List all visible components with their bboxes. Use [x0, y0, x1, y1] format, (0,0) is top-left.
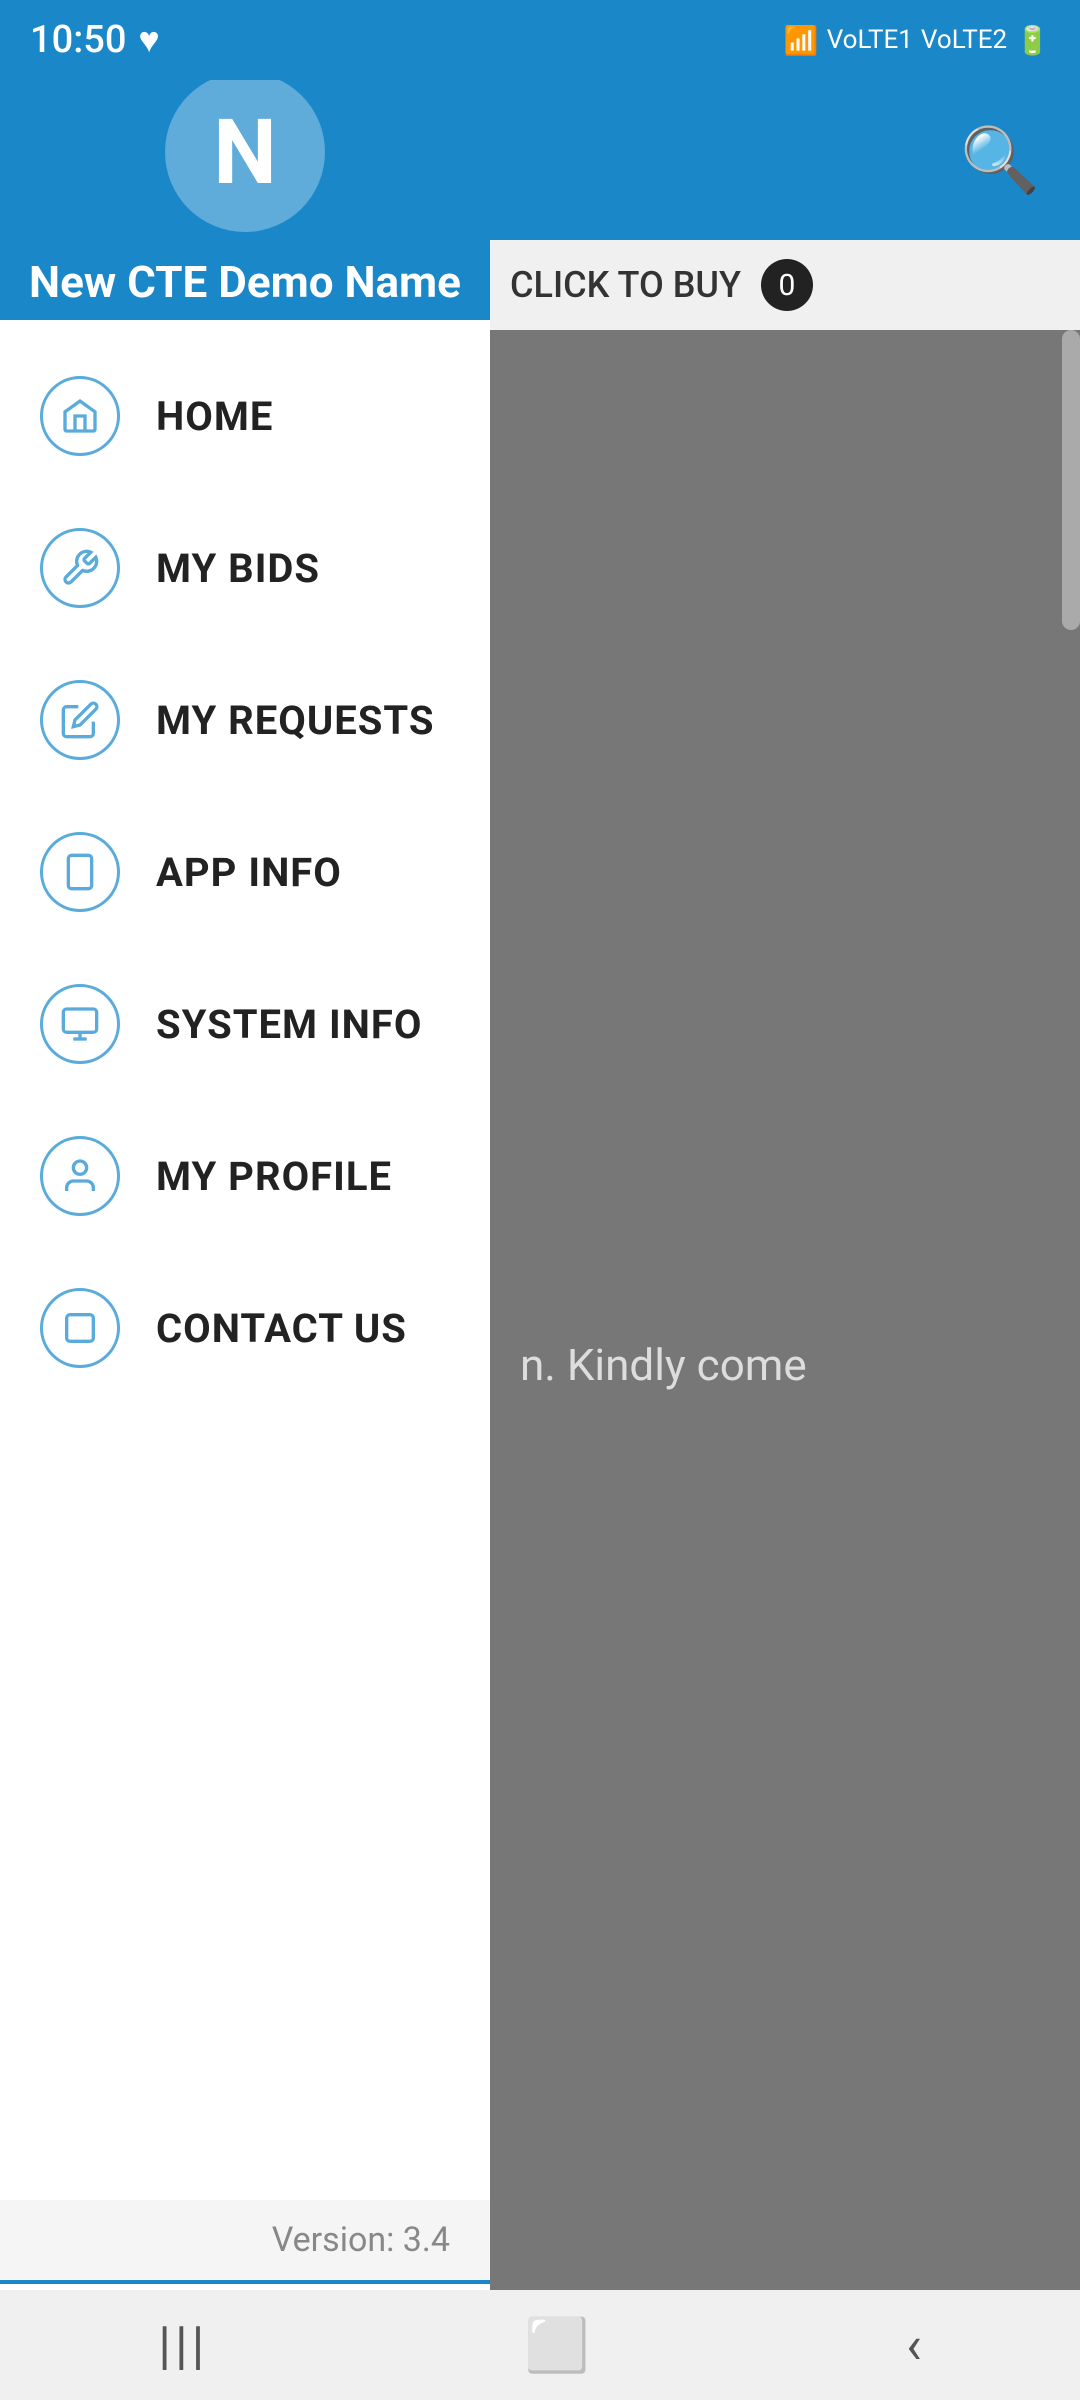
signal2-icon: VoLTE2: [921, 25, 1007, 55]
home-icon: [40, 376, 120, 456]
wifi-icon: 📶: [784, 24, 819, 57]
my-profile-icon: [40, 1136, 120, 1216]
bids-icon: [40, 528, 120, 608]
system-info-icon: [40, 984, 120, 1064]
right-panel-text: n. Kindly come: [520, 1339, 807, 1391]
sidebar-item-my-requests-label: MY REQUESTS: [156, 697, 434, 744]
drawer-menu: HOME MY BIDS MY REQUESTS: [0, 320, 490, 2200]
status-icons-group: 📶 VoLTE1 VoLTE2 🔋: [784, 24, 1050, 57]
navigation-drawer: N New CTE Demo Name HOME MY BIDS: [0, 0, 490, 2400]
heart-icon: ♥: [138, 19, 159, 61]
sidebar-item-my-bids[interactable]: MY BIDS: [0, 492, 490, 644]
nav-menu-button[interactable]: |||: [158, 2315, 208, 2376]
click-to-buy-label: CLICK TO BUY: [510, 264, 741, 306]
sidebar-item-app-info[interactable]: APP INFO: [0, 796, 490, 948]
battery-icon: 🔋: [1015, 24, 1050, 57]
click-to-buy-bar[interactable]: CLICK TO BUY 0: [480, 240, 1080, 330]
sidebar-item-system-info-label: SYSTEM INFO: [156, 1001, 422, 1048]
drawer-username: New CTE Demo Name: [29, 256, 461, 308]
sidebar-item-home[interactable]: HOME: [0, 340, 490, 492]
app-info-icon: [40, 832, 120, 912]
status-bar: 10:50 ♥ 📶 VoLTE1 VoLTE2 🔋: [0, 0, 1080, 80]
scrollbar[interactable]: [1062, 330, 1080, 630]
nav-back-button[interactable]: ‹: [906, 2315, 922, 2376]
sidebar-item-my-profile-label: MY PROFILE: [156, 1153, 392, 1200]
nav-home-button[interactable]: ⬜: [525, 2315, 590, 2376]
sidebar-item-my-requests[interactable]: MY REQUESTS: [0, 644, 490, 796]
sidebar-item-my-profile[interactable]: MY PROFILE: [0, 1100, 490, 1252]
right-background-panel: 🔍 CLICK TO BUY 0 n. Kindly come: [480, 80, 1080, 2400]
sidebar-item-contact-us-label: CONTACT US: [156, 1305, 407, 1352]
signal-icon: VoLTE1: [827, 25, 913, 55]
sidebar-item-system-info[interactable]: SYSTEM INFO: [0, 948, 490, 1100]
clock-display: 10:50: [30, 18, 126, 62]
sidebar-item-contact-us[interactable]: CONTACT US: [0, 1252, 490, 1404]
drawer-footer: Version: 3.4: [0, 2200, 490, 2280]
sidebar-item-app-info-label: APP INFO: [156, 849, 342, 896]
search-icon[interactable]: 🔍: [960, 123, 1040, 198]
version-label: Version: 3.4: [272, 2220, 450, 2260]
requests-icon: [40, 680, 120, 760]
status-time-group: 10:50 ♥: [30, 18, 160, 62]
bottom-nav-bar: ||| ⬜ ‹: [0, 2290, 1080, 2400]
avatar-letter: N: [213, 100, 277, 205]
cart-badge: 0: [761, 259, 813, 311]
sidebar-item-home-label: HOME: [156, 393, 273, 440]
right-panel-content: n. Kindly come: [480, 330, 1080, 2400]
avatar: N: [165, 72, 325, 232]
right-panel-header: 🔍: [480, 80, 1080, 240]
sidebar-item-my-bids-label: MY BIDS: [156, 545, 320, 592]
contact-us-icon: [40, 1288, 120, 1368]
